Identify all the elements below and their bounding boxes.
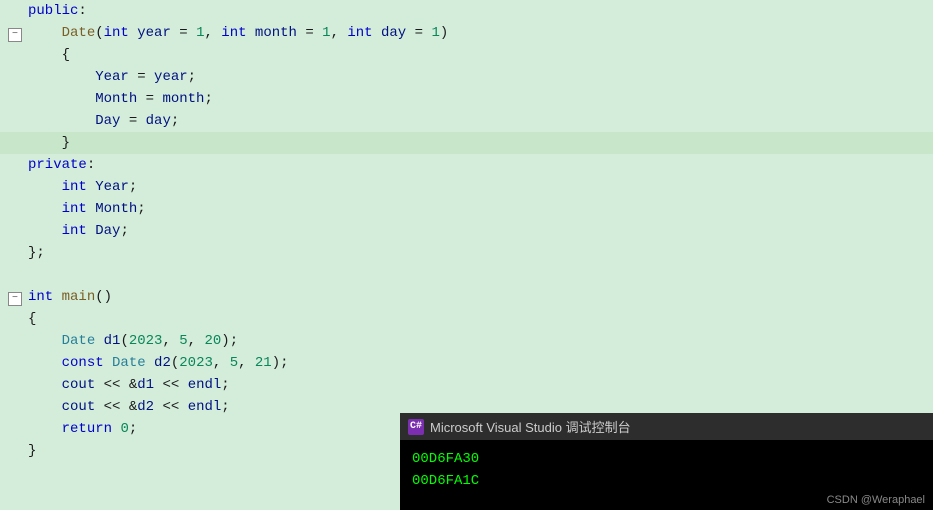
code-line: Date d1(2023, 5, 20); bbox=[0, 330, 933, 352]
console-titlebar: C# Microsoft Visual Studio 调试控制台 bbox=[400, 413, 933, 440]
code-line: public: bbox=[0, 0, 933, 22]
console-line-2: 00D6FA1C bbox=[412, 470, 921, 492]
code-line: const Date d2(2023, 5, 21); bbox=[0, 352, 933, 374]
console-title: Microsoft Visual Studio 调试控制台 bbox=[430, 417, 631, 436]
code-line: cout << &d1 << endl; bbox=[0, 374, 933, 396]
console-body: 00D6FA30 00D6FA1C CSDN @Weraphael bbox=[400, 440, 933, 510]
gutter: − bbox=[0, 28, 28, 42]
code-line: Month = month; bbox=[0, 88, 933, 110]
code-line: Year = year; bbox=[0, 66, 933, 88]
code-line: int Month; bbox=[0, 198, 933, 220]
console-line-1: 00D6FA30 bbox=[412, 448, 921, 470]
console-watermark: CSDN @Weraphael bbox=[827, 494, 925, 506]
console-overlay: C# Microsoft Visual Studio 调试控制台 00D6FA3… bbox=[400, 413, 933, 510]
code-line: Day = day; bbox=[0, 110, 933, 132]
code-line: { bbox=[0, 308, 933, 330]
code-line: }; bbox=[0, 242, 933, 264]
fold-icon[interactable]: − bbox=[8, 28, 22, 42]
editor-container: public: − Date(int year = 1, int month =… bbox=[0, 0, 933, 510]
gutter: − bbox=[0, 292, 28, 306]
code-line-empty bbox=[0, 264, 933, 286]
console-icon: C# bbox=[408, 419, 424, 435]
code-line-main: − int main() bbox=[0, 286, 933, 308]
code-line-closing-brace: } bbox=[0, 132, 933, 154]
code-line: int Year; bbox=[0, 176, 933, 198]
code-line: int Day; bbox=[0, 220, 933, 242]
code-line: { bbox=[0, 44, 933, 66]
code-line-date-constructor: − Date(int year = 1, int month = 1, int … bbox=[0, 22, 933, 44]
code-line-private: private: bbox=[0, 154, 933, 176]
console-icon-label: C# bbox=[410, 421, 422, 432]
fold-icon-main[interactable]: − bbox=[8, 292, 22, 306]
